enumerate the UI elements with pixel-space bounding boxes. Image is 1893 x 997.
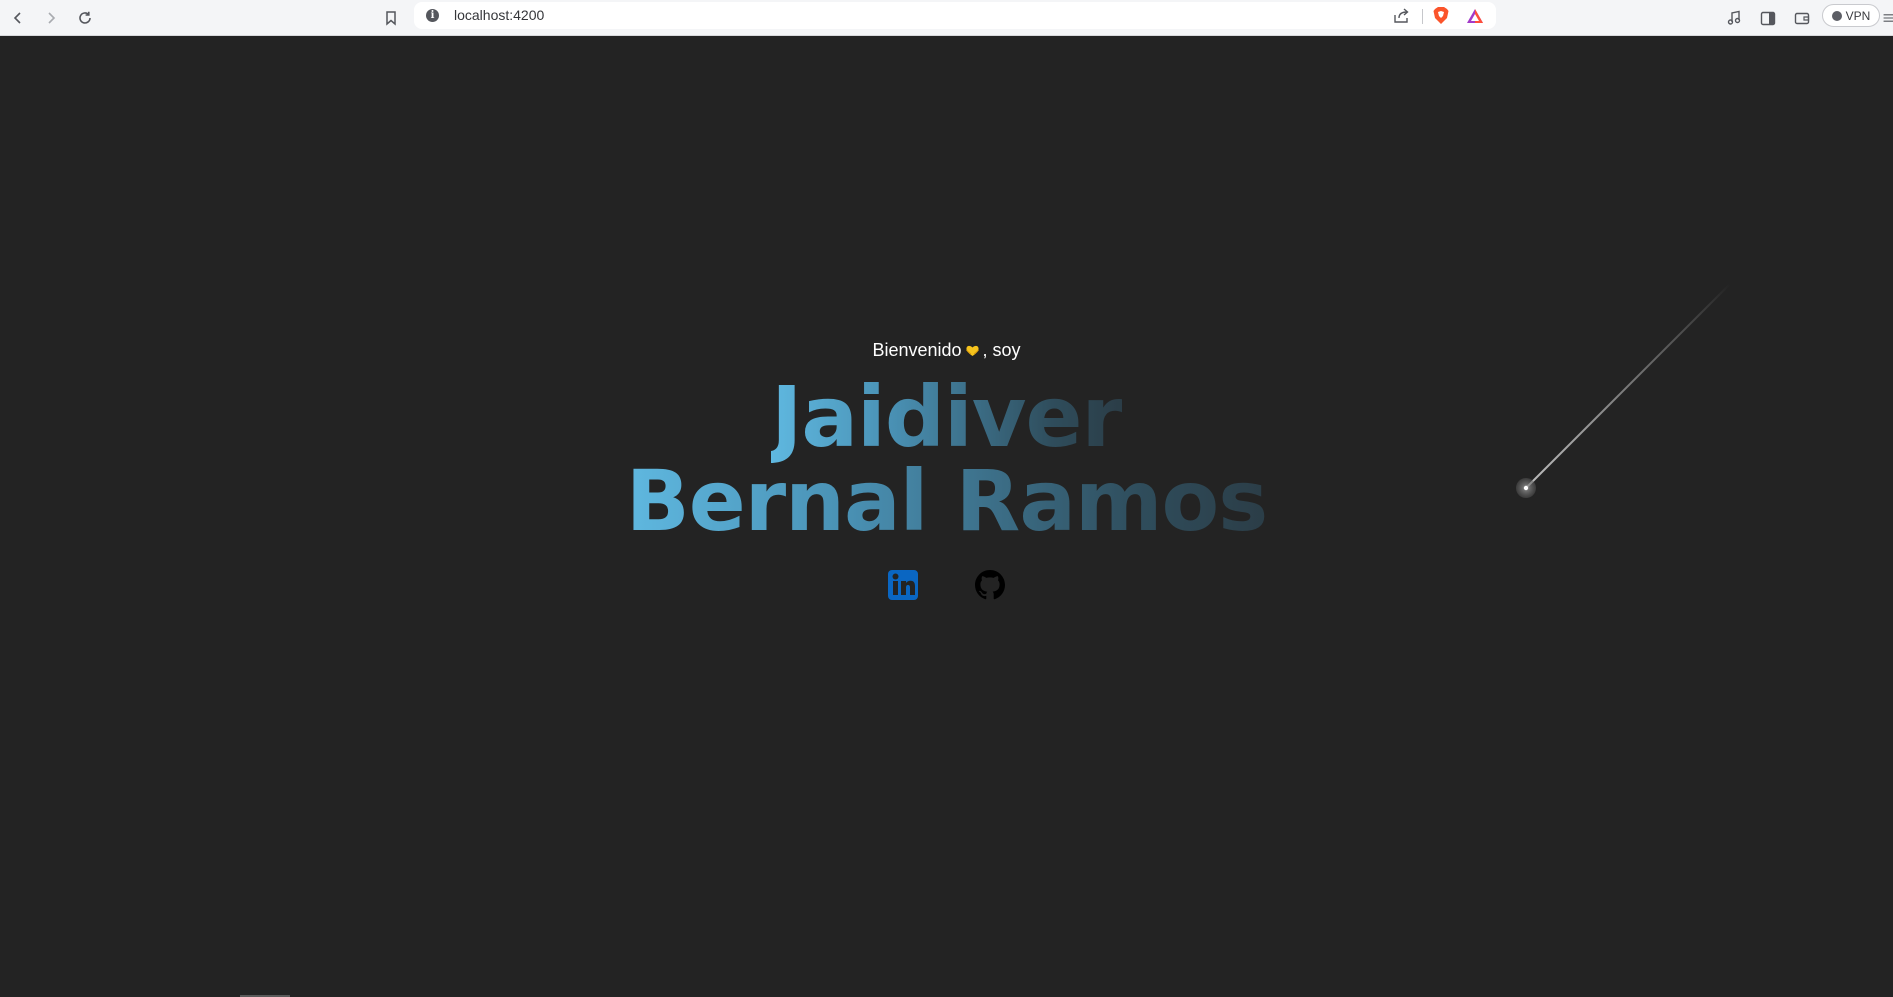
brave-rewards-icon[interactable] [1466,8,1484,28]
bookmark-icon[interactable] [379,6,403,30]
forward-icon[interactable] [39,6,63,30]
greeting-suffix: , soy [982,340,1021,360]
browser-toolbar: i localhost:4200 VPN [0,0,1893,36]
info-icon[interactable]: i [426,9,439,22]
page-viewport: Bienvenido , soy Jaidiver Bernal Ramos [0,36,1893,997]
linkedin-link[interactable] [886,568,920,602]
github-link[interactable] [973,568,1007,602]
hero-name-last-text: Bernal Ramos [625,452,1269,550]
brave-shields-icon[interactable] [1432,6,1450,29]
github-icon[interactable] [973,568,1007,602]
sidebar-icon[interactable] [1756,6,1780,30]
url-divider [1422,9,1423,24]
vpn-status-icon [1831,10,1842,21]
address-bar[interactable]: i localhost:4200 [414,2,1496,29]
reload-icon[interactable] [73,6,97,30]
url-text[interactable]: localhost:4200 [454,7,544,23]
linkedin-icon[interactable] [886,568,920,602]
media-icon[interactable] [1722,6,1746,30]
back-icon[interactable] [6,6,30,30]
heart-hands-emoji-icon [965,345,979,356]
wallet-icon[interactable] [1790,6,1814,30]
greeting-text: Bienvenido , soy [0,340,1893,361]
hero-name-last: Bernal Ramos [0,456,1893,546]
menu-icon[interactable] [1882,6,1893,30]
greeting-prefix: Bienvenido [872,340,962,360]
share-icon[interactable] [1392,7,1410,28]
hero-name-first: Jaidiver [0,372,1893,462]
vpn-label: VPN [1845,8,1871,23]
vpn-button[interactable]: VPN [1822,4,1880,27]
